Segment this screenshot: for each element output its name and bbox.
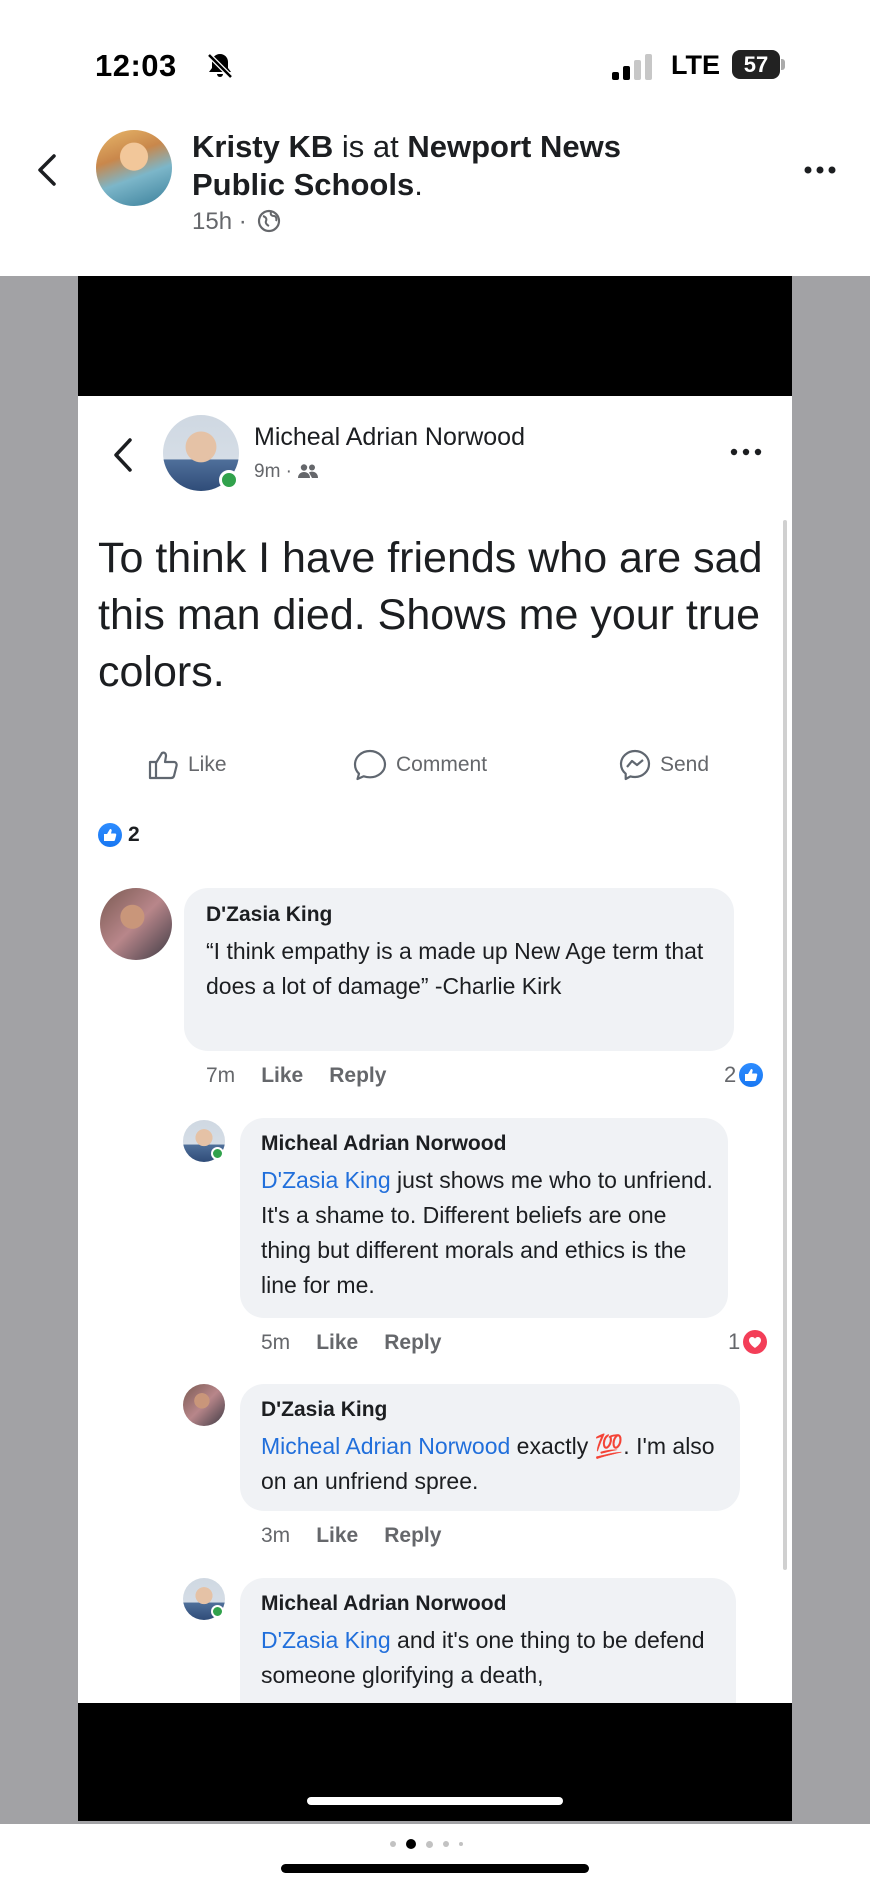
post-time[interactable]: 15h: [192, 208, 232, 235]
reply-reaction: 1: [728, 1329, 768, 1355]
comment-label: Comment: [396, 753, 488, 776]
comment-reply-link: Reply: [329, 1064, 387, 1087]
reply-meta: 5m Like Reply: [261, 1331, 467, 1355]
mention-link: Micheal Adrian Norwood: [261, 1433, 511, 1459]
post-connector: is at: [333, 129, 408, 164]
inner-home-indicator: [307, 1797, 563, 1805]
bottom-area: [0, 1824, 870, 1890]
post-location-suffix: .: [414, 167, 423, 202]
comment-reaction: 2: [724, 1062, 764, 1088]
comment-author: D'Zasia King: [206, 903, 333, 926]
reply-reaction-count: 1: [728, 1329, 741, 1354]
home-indicator[interactable]: [281, 1864, 589, 1873]
reply-author: Micheal Adrian Norwood: [261, 1592, 507, 1615]
signal-strength-icon: [612, 52, 658, 80]
post-header-text: Kristy KB is at Newport News Public Scho…: [192, 128, 712, 204]
comment-reaction-count: 2: [724, 1062, 737, 1087]
globe-icon: [258, 209, 281, 233]
post-author[interactable]: Kristy KB: [192, 129, 333, 164]
heart-reaction-icon: [743, 1330, 768, 1354]
reply-time: 5m: [261, 1331, 291, 1354]
mention-link: D'Zasia King: [261, 1167, 391, 1193]
reply-time: 3m: [261, 1524, 291, 1547]
inner-post-time: 9m: [254, 461, 281, 482]
bell-slash-icon: [207, 53, 233, 79]
like-reaction-icon: [739, 1063, 764, 1087]
messenger-icon: [619, 749, 651, 781]
post-reaction-summary: 2: [98, 823, 140, 847]
reply-reply-link: Reply: [384, 1331, 442, 1354]
online-status-dot: [219, 470, 239, 490]
inner-meta-separator: ·: [280, 461, 298, 482]
photo-top-bar: [78, 276, 792, 396]
inner-post-author: Micheal Adrian Norwood: [254, 423, 525, 451]
comment-button: Comment: [352, 748, 487, 782]
reply-author: Micheal Adrian Norwood: [261, 1132, 507, 1155]
online-status-dot: [211, 1147, 224, 1160]
battery-icon: 57: [732, 50, 786, 79]
reply-text: D'Zasia King and it's one thing to be de…: [261, 1623, 731, 1693]
inner-post-meta: 9m ·: [254, 461, 319, 483]
friends-icon: [298, 464, 319, 478]
mention-link: D'Zasia King: [261, 1627, 391, 1653]
scroll-indicator: [783, 520, 787, 1570]
more-options-icon[interactable]: [800, 150, 840, 190]
battery-level: 57: [732, 50, 780, 79]
online-status-dot: [211, 1605, 224, 1618]
reply-text: Micheal Adrian Norwood exactly 💯. I'm al…: [261, 1429, 731, 1499]
inner-more-options-icon: [730, 448, 762, 456]
reply-meta: 3m Like Reply: [261, 1524, 467, 1548]
like-button: Like: [146, 748, 227, 782]
author-avatar[interactable]: [96, 130, 172, 206]
status-time: 12:03: [95, 48, 177, 83]
reply-text: D'Zasia King just shows me who to unfrie…: [261, 1163, 721, 1303]
photo-page-indicator[interactable]: [390, 1838, 480, 1850]
post-meta-separator: ·: [232, 208, 254, 235]
comment-avatar: [100, 888, 172, 960]
reply-reply-link: Reply: [384, 1524, 442, 1547]
like-label: Like: [188, 753, 227, 776]
comment-like-link: Like: [261, 1064, 304, 1087]
send-label: Send: [660, 753, 710, 776]
comment-bubble-icon: [353, 749, 387, 781]
back-chevron-icon[interactable]: [28, 150, 68, 190]
post-reaction-count: 2: [128, 823, 140, 846]
reply-author: D'Zasia King: [261, 1398, 388, 1421]
inner-post-text: To think I have friends who are sad this…: [98, 534, 763, 696]
reply-like-link: Like: [316, 1331, 359, 1354]
send-button: Send: [618, 748, 709, 782]
network-type: LTE: [671, 50, 720, 80]
comment-meta: 7m Like Reply: [206, 1064, 412, 1088]
post-meta: 15h ·: [192, 208, 281, 236]
thumbs-up-icon: [148, 751, 178, 780]
reply-avatar: [183, 1384, 225, 1426]
status-bar: 12:03 LTE 57: [0, 0, 870, 120]
comment-text: “I think empathy is a made up New Age te…: [206, 938, 704, 999]
comment-time: 7m: [206, 1064, 236, 1087]
like-reaction-icon: [98, 823, 122, 847]
inner-back-chevron-icon: [114, 438, 132, 472]
reply-like-link: Like: [316, 1524, 359, 1547]
